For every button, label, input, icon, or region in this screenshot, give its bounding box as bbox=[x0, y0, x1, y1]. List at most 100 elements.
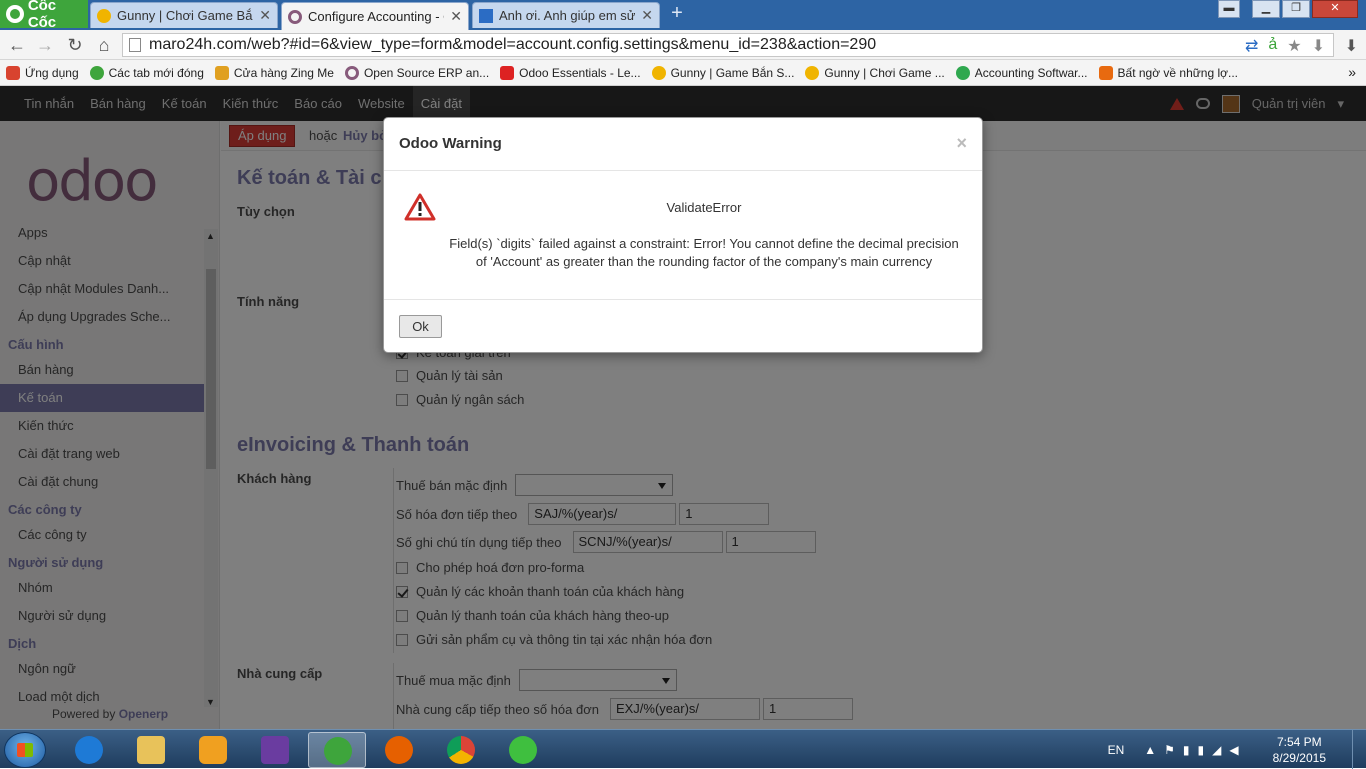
visual-studio-icon bbox=[261, 736, 289, 764]
bookmark-label: Các tab mới đóng bbox=[108, 65, 204, 80]
bookmark-label: Ứng dụng bbox=[25, 65, 79, 80]
bookmark-surprise[interactable]: Bất ngờ về những lợ... bbox=[1098, 65, 1239, 80]
clock[interactable]: 7:54 PM 8/29/2015 bbox=[1273, 734, 1326, 766]
warning-triangle-icon bbox=[404, 193, 436, 221]
browser-brand-button[interactable]: Cốc Cốc bbox=[0, 0, 88, 31]
bookmark-label: Gunny | Game Bắn S... bbox=[670, 65, 795, 80]
folder-icon bbox=[137, 736, 165, 764]
forum-favicon-icon bbox=[479, 8, 493, 23]
bookmark-recent-tabs[interactable]: Các tab mới đóng bbox=[89, 65, 204, 80]
url-text: maro24h.com/web?#id=6&view_type=form&mod… bbox=[149, 36, 877, 53]
dialog-header: Odoo Warning × bbox=[384, 118, 982, 171]
browser-brand-label: Cốc Cốc bbox=[27, 0, 57, 31]
bookmark-gunny-1[interactable]: Gunny | Game Bắn S... bbox=[651, 65, 795, 80]
tab-label: Configure Accounting - Oc bbox=[308, 9, 444, 24]
warning-dialog: Odoo Warning × ValidateError Field(s) `d… bbox=[383, 117, 983, 353]
ok-button[interactable]: Ok bbox=[399, 315, 442, 338]
error-message: Field(s) `digits` failed against a const… bbox=[444, 235, 964, 271]
bookmark-odoo-erp[interactable]: Open Source ERP an... bbox=[344, 65, 490, 80]
tray-icons[interactable]: ▲⚑▮▮◢◀ bbox=[1144, 743, 1246, 757]
error-title: ValidateError bbox=[666, 200, 742, 215]
news-icon bbox=[1098, 65, 1113, 80]
bookmark-odoo-essentials[interactable]: Odoo Essentials - Le... bbox=[500, 65, 641, 80]
browser-tab-configure-accounting[interactable]: Configure Accounting - Oc ✕ bbox=[281, 2, 469, 30]
taskbar-dreamweaver[interactable] bbox=[494, 732, 552, 768]
windows-taskbar: EN ▲⚑▮▮◢◀ 7:54 PM 8/29/2015 bbox=[0, 729, 1366, 769]
close-icon[interactable]: × bbox=[956, 133, 967, 154]
system-tray: EN ▲⚑▮▮◢◀ 7:54 PM 8/29/2015 bbox=[1108, 730, 1366, 769]
gunny-favicon-icon bbox=[97, 8, 111, 23]
bookmark-label: Bất ngờ về những lợ... bbox=[1117, 65, 1239, 80]
start-button[interactable] bbox=[4, 732, 46, 768]
bookmark-apps[interactable]: Ứng dụng bbox=[6, 65, 79, 80]
language-indicator[interactable]: EN bbox=[1108, 743, 1125, 757]
chrome-icon bbox=[447, 736, 475, 764]
firefox-icon bbox=[385, 736, 413, 764]
media-player-icon bbox=[199, 736, 227, 764]
error-message-line: Field(s) `digits` failed against a const… bbox=[449, 236, 959, 251]
reload-icon[interactable]: ↻ bbox=[64, 34, 86, 56]
bookmark-label: Gunny | Chơi Game ... bbox=[824, 65, 945, 80]
back-arrow-icon[interactable]: ← bbox=[6, 34, 28, 56]
bookmark-accounting-software[interactable]: Accounting Softwar... bbox=[955, 65, 1088, 80]
bookmarks-overflow-icon[interactable]: » bbox=[1348, 64, 1356, 80]
apps-grid-icon bbox=[6, 65, 20, 80]
bookmark-gunny-2[interactable]: Gunny | Chơi Game ... bbox=[805, 65, 945, 80]
browser-tab-gunny[interactable]: Gunny | Chơi Game Bắn Sú ✕ bbox=[90, 2, 278, 28]
taskbar-visual-studio[interactable] bbox=[246, 732, 304, 768]
profile-icon[interactable]: ▬ bbox=[1218, 0, 1240, 18]
translate-icon[interactable]: ⇄ bbox=[1245, 36, 1258, 56]
window-close-button[interactable]: ✕ bbox=[1312, 0, 1358, 18]
coccoc-logo-icon bbox=[6, 5, 24, 23]
quickbooks-icon bbox=[955, 65, 970, 80]
tab-close-icon[interactable]: ✕ bbox=[259, 7, 271, 24]
taskbar-coccoc[interactable] bbox=[308, 732, 366, 768]
taskbar-file-explorer[interactable] bbox=[122, 732, 180, 768]
taskbar-chrome[interactable] bbox=[432, 732, 490, 768]
youtube-icon bbox=[500, 65, 515, 80]
dialog-title: Odoo Warning bbox=[399, 135, 502, 152]
browser-tabstrip: Cốc Cốc Gunny | Chơi Game Bắn Sú ✕ Confi… bbox=[0, 0, 1366, 31]
bookmarks-bar: Ứng dụng Các tab mới đóng Cửa hàng Zing … bbox=[0, 60, 1366, 86]
odoo-icon bbox=[344, 65, 359, 80]
browser-tab-forum[interactable]: Anh ơi. Anh giúp em sửa c ✕ bbox=[472, 2, 660, 28]
address-bar[interactable]: maro24h.com/web?#id=6&view_type=form&mod… bbox=[122, 33, 1334, 57]
odoo-favicon-icon bbox=[288, 9, 302, 24]
bookmark-label: Accounting Softwar... bbox=[974, 65, 1088, 80]
dialog-body: ValidateError Field(s) `digits` failed a… bbox=[384, 171, 982, 299]
dreamweaver-icon bbox=[509, 736, 537, 764]
downloads-icon[interactable]: ⬇ bbox=[1345, 36, 1358, 56]
gunny-icon bbox=[805, 65, 820, 80]
new-tab-button[interactable]: + bbox=[664, 3, 690, 24]
coccoc-icon bbox=[324, 737, 352, 765]
vietnamese-input-icon[interactable]: ả bbox=[1268, 36, 1277, 56]
clock-date: 8/29/2015 bbox=[1272, 750, 1326, 765]
page-icon bbox=[129, 38, 141, 52]
taskbar-media-player[interactable] bbox=[184, 732, 242, 768]
internet-explorer-icon bbox=[75, 736, 103, 764]
download-icon[interactable]: ⬇ bbox=[1312, 36, 1325, 56]
bookmark-label: Cửa hàng Zing Me bbox=[233, 65, 334, 80]
bookmark-zing-store[interactable]: Cửa hàng Zing Me bbox=[214, 65, 334, 80]
tab-label: Anh ơi. Anh giúp em sửa c bbox=[499, 8, 636, 23]
show-desktop-button[interactable] bbox=[1352, 730, 1366, 769]
taskbar-internet-explorer[interactable] bbox=[60, 732, 118, 768]
zing-icon bbox=[214, 65, 229, 80]
home-icon[interactable]: ⌂ bbox=[93, 34, 115, 56]
forward-arrow-icon[interactable]: → bbox=[34, 34, 56, 56]
bookmark-label: Open Source ERP an... bbox=[363, 65, 490, 80]
browser-toolbar: ← → ↻ ⌂ maro24h.com/web?#id=6&view_type=… bbox=[0, 30, 1366, 60]
dialog-footer: Ok bbox=[384, 299, 982, 353]
maximize-button[interactable]: ❐ bbox=[1282, 0, 1310, 18]
error-message-line: of 'Account' as greater than the roundin… bbox=[475, 254, 933, 269]
bookmark-label: Odoo Essentials - Le... bbox=[519, 65, 641, 80]
tab-close-icon[interactable]: ✕ bbox=[450, 8, 462, 25]
gunny-icon bbox=[651, 65, 666, 80]
clock-time: 7:54 PM bbox=[1276, 734, 1322, 749]
taskbar-firefox[interactable] bbox=[370, 732, 428, 768]
tab-close-icon[interactable]: ✕ bbox=[641, 7, 653, 24]
minimize-button[interactable]: ▁ bbox=[1252, 0, 1280, 18]
tab-label: Gunny | Chơi Game Bắn Sú bbox=[117, 8, 253, 23]
bookmark-star-icon[interactable]: ★ bbox=[1287, 36, 1301, 56]
recent-tabs-icon bbox=[89, 65, 104, 80]
